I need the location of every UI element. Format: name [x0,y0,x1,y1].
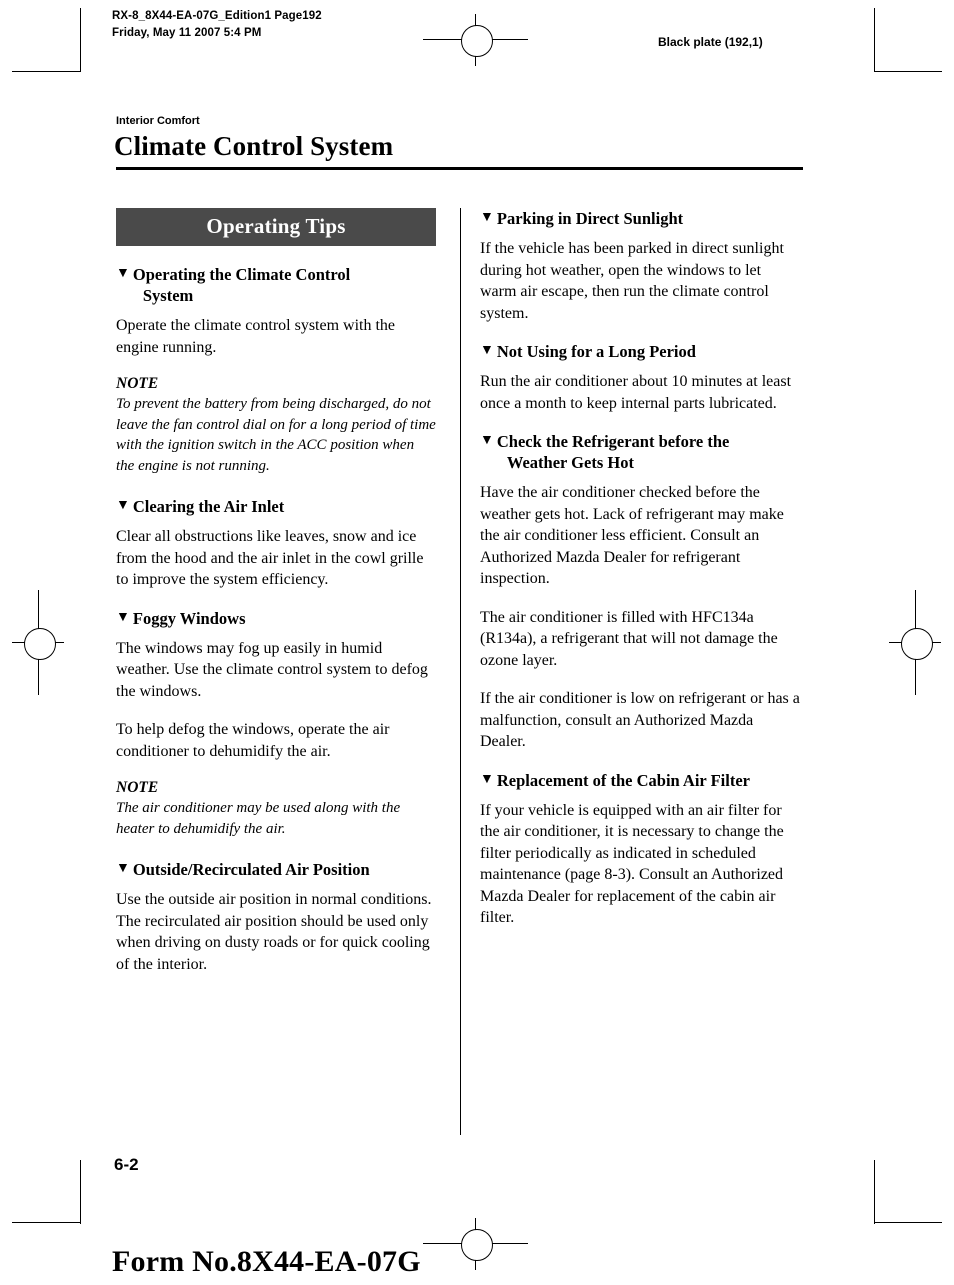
body-hfc134a: The air conditioner is filled with HFC13… [480,608,778,669]
subhead-text-continuation: System [142,286,194,305]
crop-mark-top-right-vertical [874,8,875,72]
triangle-bullet-icon: ▼ [480,210,494,225]
note-label-1: NOTE [116,375,159,392]
subhead-text: Foggy Windows [132,608,246,628]
body-have-ac-checked: Have the air conditioner checked before … [480,484,784,587]
registration-mark-top-circle [461,25,493,57]
crop-mark-bottom-right-horizontal [874,1222,942,1223]
triangle-bullet-icon: ▼ [116,861,130,876]
header-file-line2: Friday, May 11 2007 5:4 PM [112,27,262,39]
body-clear-obstructions: Clear all obstructions like leaves, snow… [116,528,424,588]
subhead-text: Replacement of the Cabin Air Filter [496,770,750,790]
triangle-bullet-icon: ▼ [116,498,130,513]
subhead-parking-in-direct-sunlight: ▼ Parking in Direct Sunlight [480,208,800,229]
header-file-info: RX-8_8X44-EA-07G_Edition1 Page192 Friday… [112,8,322,42]
page-title: Climate Control System [114,131,394,161]
header-black-plate: Black plate (192,1) [658,35,763,49]
triangle-bullet-icon: ▼ [116,609,130,625]
body-run-ac-monthly: Run the air conditioner about 10 minutes… [480,373,792,412]
body-cabin-filter-replacement: If your vehicle is equipped with an air … [480,801,784,927]
subhead-clearing-the-air-inlet: ▼ Clearing the Air Inlet [116,496,436,517]
note-text-battery-discharge: To prevent the battery from being discha… [116,396,436,474]
crop-mark-bottom-right-vertical [874,1160,875,1224]
note-label-2: NOTE [116,779,159,796]
crop-mark-bottom-left-vertical [80,1160,81,1224]
crop-mark-top-left-horizontal [12,71,80,72]
crop-mark-top-right-horizontal [874,71,942,72]
title-rule [116,167,803,170]
left-column: Operating Tips ▼ Operating the Climate Co… [116,208,436,992]
subhead-text: Parking in Direct Sunlight [496,209,684,228]
subhead-replacement-of-the-cabin-air-filter: ▼ Replacement of the Cabin Air Filter [480,770,800,791]
document-page: RX-8_8X44-EA-07G_Edition1 Page192 Friday… [0,0,954,1285]
body-low-on-refrigerant: If the air conditioner is low on refrige… [480,690,800,750]
crop-mark-bottom-left-horizontal [12,1222,80,1223]
subhead-check-the-refrigerant: ▼ Check the Refrigerant before the Weather… [480,431,800,473]
subhead-text: Check the Refrigerant before the Weather … [497,431,800,473]
note-text-ac-with-heater: The air conditioner may be used along wi… [116,800,401,837]
subhead-not-using-for-a-long-period: ▼ Not Using for a Long Period [480,341,800,362]
operating-tips-banner: Operating Tips [116,208,436,246]
crop-mark-top-left-vertical [80,8,81,72]
subhead-text: Outside/Recirculated Air Position [132,860,370,879]
section-eyebrow: Interior Comfort [116,115,200,127]
body-help-defog: To help defog the windows, operate the a… [116,721,390,760]
registration-mark-left-circle [24,628,56,660]
subhead-foggy-windows: ▼ Foggy Windows [116,608,436,629]
right-column: ▼ Parking in Direct Sunlight If the vehicl… [480,208,800,946]
registration-mark-right-circle [901,628,933,660]
body-windows-may-fog: The windows may fog up easily in humid w… [116,639,428,700]
body-operate-with-engine-running: Operate the climate control system with … [116,317,396,356]
body-parked-in-sunlight: If the vehicle has been parked in direct… [480,240,784,322]
triangle-bullet-icon: ▼ [480,771,494,787]
column-divider [460,208,461,1135]
subhead-text-continuation: Weather Gets Hot [506,453,634,472]
subhead-text: Clearing the Air Inlet [132,497,285,516]
triangle-bullet-icon: ▼ [480,343,494,358]
subhead-text: Operating the Climate Control System [133,264,436,306]
triangle-bullet-icon: ▼ [480,433,494,448]
subhead-outside-recirculated-air-position: ▼ Outside/Recirculated Air Position [116,859,436,880]
triangle-bullet-icon: ▼ [116,266,130,281]
registration-mark-bottom-circle [461,1229,493,1261]
body-outside-air-position: Use the outside air position in normal c… [116,891,432,973]
subhead-text: Not Using for a Long Period [496,342,696,361]
subhead-operating-the-climate-control-system: ▼ Operating the Climate Control System [116,264,436,306]
header-file-line1: RX-8_8X44-EA-07G_Edition1 Page192 [112,10,322,22]
form-number: Form No.8X44-EA-07G [112,1245,421,1278]
page-number: 6-2 [114,1155,139,1174]
